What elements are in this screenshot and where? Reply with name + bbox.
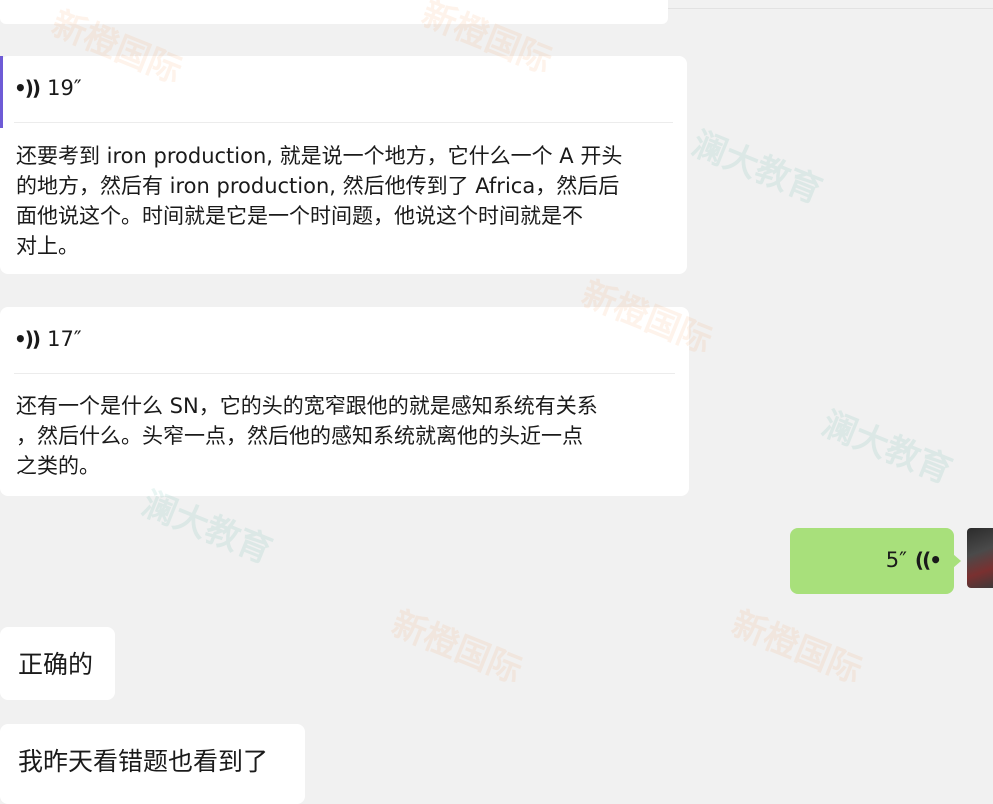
avatar[interactable] [967,528,993,588]
voice-row[interactable]: •)) 17″ [14,327,82,351]
message-text: 正确的 [18,650,94,679]
voice-transcript: 还要考到 iron production, 就是说一个地方，它什么一个 A 开头… [16,141,677,261]
transcript-line: 还要考到 iron production, 就是说一个地方，它什么一个 A 开头 [16,144,623,168]
transcript-line: 面他说这个。时间就是它是一个时间题，他说这个时间就是不 [16,204,583,228]
transcript-divider [14,122,673,123]
voice-transcript: 还有一个是什么 SN，它的头的宽窄跟他的就是感知系统有关系 ，然后什么。头窄一点… [16,391,679,481]
text-message-bubble[interactable]: 我昨天看错题也看到了 [0,724,305,804]
voice-message-17s[interactable]: •)) 17″ 还有一个是什么 SN，它的头的宽窄跟他的就是感知系统有关系 ，然… [0,307,689,496]
voice-message-19s[interactable]: •)) 19″ 还要考到 iron production, 就是说一个地方，它什… [0,56,687,274]
transcript-line: 对上。 [16,234,79,258]
transcript-line: ，然后什么。头窄一点，然后他的感知系统就离他的头近一点 [16,424,583,448]
watermark-logo: 澜大教育 [686,123,828,212]
selection-accent-bar [0,56,3,128]
transcript-line: 还有一个是什么 SN，它的头的宽窄跟他的就是感知系统有关系 [16,394,598,418]
sent-voice-row: 5″ ((• [885,548,942,572]
voice-duration: 5″ [885,548,907,572]
previous-message-bubble [0,0,668,24]
voice-play-icon[interactable]: •)) [14,76,41,100]
message-text: 我昨天看错题也看到了 [18,747,269,776]
voice-duration: 17″ [47,327,82,351]
watermark-logo: 澜大教育 [816,403,958,492]
transcript-line: 之类的。 [16,454,100,478]
voice-play-icon[interactable]: •)) [14,327,41,351]
transcript-divider [14,373,675,374]
sent-voice-message[interactable]: 5″ ((• [790,528,961,594]
transcript-line: 的地方，然后有 iron production, 然后他传到了 Africa，然… [16,174,620,198]
bubble-tail [953,554,961,568]
watermark-logo: 新橙国际 [726,603,868,692]
voice-duration: 19″ [47,76,82,100]
voice-playback-icon[interactable]: ((• [915,548,942,572]
watermark-logo: 新橙国际 [386,603,528,692]
voice-row[interactable]: •)) 19″ [14,76,82,100]
text-message-bubble[interactable]: 正确的 [0,627,115,700]
